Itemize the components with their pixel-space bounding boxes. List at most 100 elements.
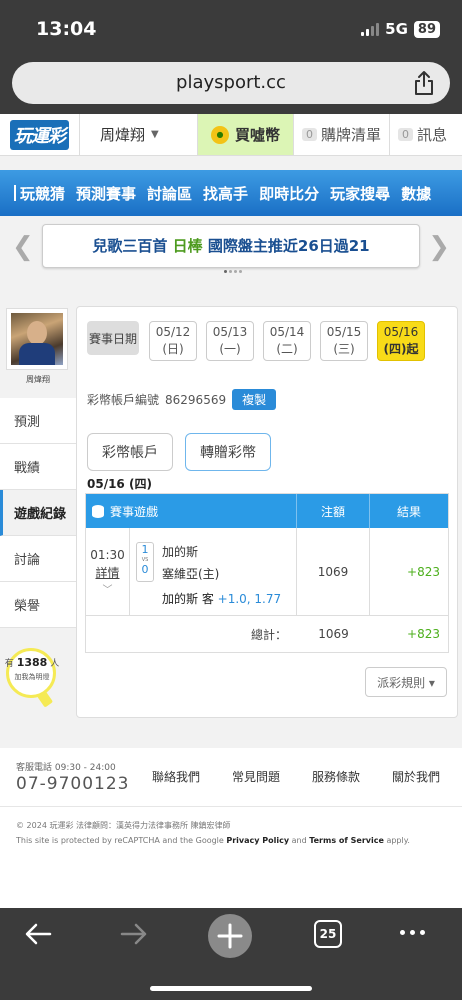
site-header: 玩運彩 周煒翔 ▼ ● 買噓幣 0 購牌清單 0 訊息: [0, 114, 462, 156]
caret-down-icon: ▼: [151, 129, 159, 140]
col-stake: 注額: [297, 494, 370, 528]
stake-value: 1069: [297, 528, 370, 615]
sidebar-item-record[interactable]: 戰績: [0, 444, 76, 490]
battery-icon: 89: [413, 20, 440, 38]
bet-line: +1.0, 1.77: [217, 592, 282, 606]
table-header: 賽事遊戲 注額 結果: [86, 494, 448, 528]
nav-item-predict[interactable]: 預測賽事: [76, 183, 136, 204]
date-button-active[interactable]: 05/16 (四)起: [377, 321, 425, 361]
privacy-link[interactable]: Privacy Policy: [226, 836, 289, 845]
footer-link-about[interactable]: 關於我們: [392, 768, 440, 785]
table-row: 01:30 詳情 ﹀ 1 VS 0 加的斯 塞維亞(主) 加的斯 客 +1.0,…: [86, 528, 448, 616]
url-text[interactable]: playsport.cc: [12, 72, 450, 93]
site-logo[interactable]: 玩運彩: [0, 114, 80, 155]
footer-link-faq[interactable]: 常見問題: [232, 768, 280, 785]
status-time: 13:04: [36, 18, 97, 40]
score-box: 1 VS 0: [136, 542, 154, 582]
status-indicators: 5G 89: [361, 20, 440, 38]
chevron-down-icon[interactable]: ﹀: [86, 582, 129, 600]
network-label: 5G: [385, 20, 408, 38]
signal-icon: [361, 22, 380, 36]
site-footer: 客服電話 09:30 - 24:00 07-9700123 聯絡我們 常見問題 …: [0, 748, 462, 908]
buy-coin-label: 買噓幣: [234, 126, 280, 144]
messages-link[interactable]: 0 訊息: [390, 114, 455, 155]
buy-coin-button[interactable]: ● 買噓幣: [198, 114, 294, 155]
like-subtitle: 加我為明燈: [14, 673, 50, 681]
home-indicator: [150, 986, 312, 991]
like-count: 有 1388 人: [4, 656, 60, 669]
chevron-right-icon[interactable]: ❯: [428, 232, 450, 262]
promo-banner: ❮ 兒歌三百首 日棒 國際盤主推近26日過21 ❯: [0, 222, 462, 272]
footer-divider: [0, 806, 462, 807]
total-result: +823: [407, 627, 440, 641]
team-home: 塞維亞(主): [162, 567, 220, 581]
date-heading: 05/16 (四): [87, 477, 152, 491]
back-arrow-icon[interactable]: [24, 922, 52, 946]
nav-item-forum[interactable]: 討論區: [147, 183, 192, 204]
footer-link-contact[interactable]: 聯絡我們: [152, 768, 200, 785]
game-table: 賽事遊戲 注額 結果 01:30 詳情 ﹀ 1 VS 0 加的斯 塞維亞(主) …: [85, 493, 449, 653]
sidebar-item-honor[interactable]: 榮譽: [0, 582, 76, 628]
user-menu[interactable]: 周煒翔 ▼: [80, 114, 198, 155]
score-home: 0: [141, 563, 149, 576]
coin-account-button[interactable]: 彩幣帳戶: [87, 433, 173, 471]
lightbulb-badge[interactable]: 有 1388 人 加我為明燈: [4, 644, 70, 710]
account-label: 彩幣帳戶編號: [87, 393, 160, 407]
date-button[interactable]: 05/15 (三): [320, 321, 368, 361]
date-button[interactable]: 05/14 (二): [263, 321, 311, 361]
copyright: © 2024 玩運彩 法律顧問：漢英得力法律事務所 陳鎮宏律師: [16, 821, 231, 830]
account-line: 彩幣帳戶編號 86296569 複製: [87, 389, 277, 410]
cart-label: 購牌清單: [321, 126, 382, 144]
date-selector: 賽事日期 05/12 (日) 05/13 (一) 05/14 (二) 05/15 (三)…: [87, 321, 425, 361]
user-name: 周煒翔: [100, 126, 146, 144]
terms-link[interactable]: Terms of Service: [309, 836, 384, 845]
new-tab-button[interactable]: [208, 914, 252, 958]
nav-item-experts[interactable]: 找高手: [203, 183, 248, 204]
cart-link[interactable]: 0 購牌清單: [294, 114, 391, 155]
hotline-number[interactable]: 07-9700123: [16, 774, 129, 794]
sidebar-item-predict[interactable]: 預測: [0, 398, 76, 444]
banner-text-c: 國際盤主推近26日過21: [207, 237, 370, 255]
chevron-left-icon[interactable]: ❮: [12, 232, 34, 262]
detail-link[interactable]: 詳情: [86, 564, 129, 582]
browser-bottom-bar: 25: [0, 908, 462, 1000]
score-away: 1: [141, 543, 149, 556]
payout-rules-button[interactable]: 派彩規則 ▾: [365, 667, 447, 697]
nav-item-player-search[interactable]: 玩家搜尋: [330, 183, 390, 204]
transfer-coin-button[interactable]: 轉贈彩幣: [185, 433, 271, 471]
date-button[interactable]: 05/13 (一): [206, 321, 254, 361]
banner-text-a: 兒歌三百首: [92, 237, 168, 255]
tabs-button[interactable]: 25: [314, 920, 342, 948]
lightbulb-base: [36, 690, 54, 708]
nav-divider: [14, 185, 16, 201]
table-total-row: 總計： 1069 +823: [86, 616, 448, 652]
copy-button[interactable]: 複製: [232, 389, 277, 410]
coin-icon: ●: [210, 125, 229, 144]
status-bar: 13:04 5G 89: [0, 0, 462, 58]
footer-link-terms[interactable]: 服務條款: [312, 768, 360, 785]
sidebar-item-discuss[interactable]: 討論: [0, 536, 76, 582]
forward-arrow-icon[interactable]: [120, 922, 148, 946]
logo-text: 玩運彩: [10, 119, 69, 150]
total-stake: 1069: [318, 627, 349, 641]
banner-message[interactable]: 兒歌三百首 日棒 國際盤主推近26日過21: [42, 224, 420, 268]
message-count: 0: [398, 128, 414, 141]
avatar-image: [11, 313, 63, 365]
share-icon[interactable]: [412, 70, 436, 96]
more-icon[interactable]: [400, 930, 425, 935]
sidebar-item-game-log[interactable]: 遊戲紀錄: [0, 490, 76, 536]
address-bar[interactable]: playsport.cc: [12, 62, 450, 104]
account-actions: 彩幣帳戶 轉贈彩幣: [87, 433, 271, 471]
date-button[interactable]: 05/12 (日): [149, 321, 197, 361]
game-cell: 1 VS 0 加的斯 塞維亞(主) 加的斯 客 +1.0, 1.77: [130, 528, 297, 615]
col-game: 賽事遊戲: [110, 504, 159, 519]
col-result: 結果: [396, 504, 421, 519]
game-log-panel: 賽事日期 05/12 (日) 05/13 (一) 05/14 (二) 05/15 (三)…: [76, 306, 458, 718]
avatar[interactable]: [6, 308, 68, 370]
hotline-label: 客服電話 09:30 - 24:00: [16, 763, 116, 773]
avatar-name: 周煒翔: [26, 375, 50, 384]
nav-item-data[interactable]: 數據: [401, 183, 431, 204]
nav-item-guess[interactable]: 玩競猜: [20, 183, 65, 204]
nav-item-livescore[interactable]: 即時比分: [259, 183, 319, 204]
bet-pick: 加的斯 客 +1.0, 1.77: [162, 592, 282, 606]
